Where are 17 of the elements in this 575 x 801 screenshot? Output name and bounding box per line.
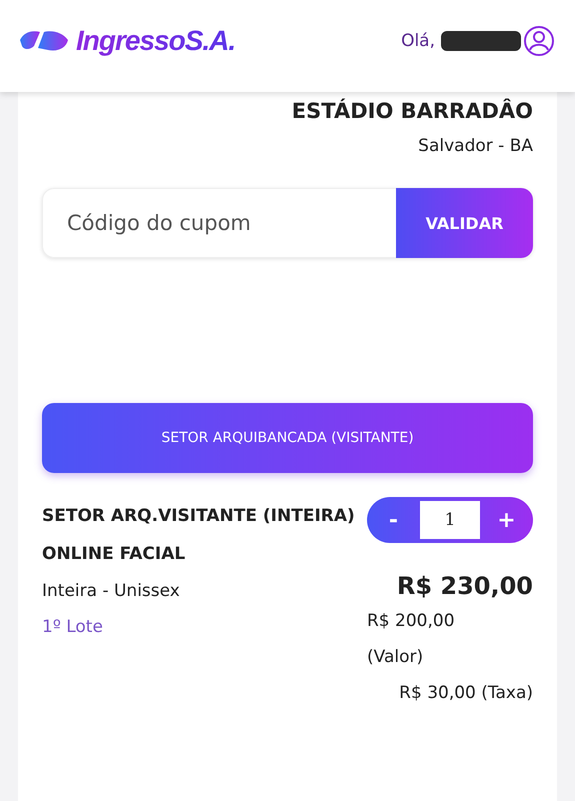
venue-name: ESTÁDIO BARRADÂO — [290, 98, 533, 125]
ticket-subtitle: ONLINE FACIAL — [42, 543, 186, 566]
ticket-type: Inteira - Unissex — [42, 580, 181, 603]
minus-button[interactable]: - — [367, 497, 420, 543]
fee-price: R$ 30,00 (Taxa) — [399, 682, 533, 705]
batch-label: 1º Lote — [42, 616, 104, 639]
validate-button[interactable]: VALIDAR — [396, 188, 533, 258]
total-price: R$ 230,00 — [396, 571, 533, 602]
coupon-field[interactable]: Código do cupom — [42, 188, 396, 258]
plus-button[interactable]: + — [480, 497, 533, 543]
greeting-text: Olá, — [401, 31, 435, 51]
sector-button[interactable]: SETOR ARQUIBANCADA (VISITANTE) — [42, 403, 533, 473]
value-price: R$ 200,00 — [367, 610, 455, 633]
ticket-title: SETOR ARQ.VISITANTE (INTEIRA) — [42, 505, 355, 528]
quantity-field[interactable]: 1 — [420, 501, 480, 539]
value-label: (Valor) — [367, 646, 424, 669]
venue-city: Salvador - BA — [417, 135, 533, 158]
